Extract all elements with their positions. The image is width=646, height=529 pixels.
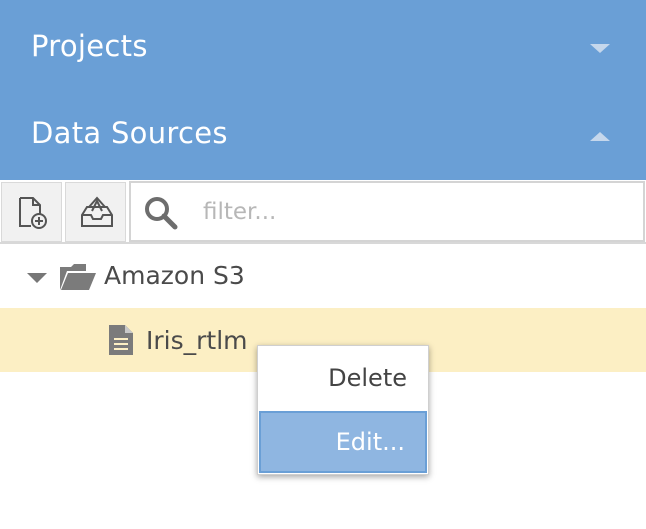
datasources-toolbar <box>0 180 646 244</box>
chevron-up-icon[interactable] <box>590 132 610 141</box>
context-menu: Delete Edit... <box>257 345 429 475</box>
tree-folder-amazon-s3[interactable]: Amazon S3 <box>0 245 646 309</box>
projects-panel-header[interactable]: Projects <box>0 0 646 92</box>
folder-open-icon <box>60 264 96 290</box>
search-icon <box>145 197 178 230</box>
inbox-import-icon <box>81 196 113 227</box>
menu-item-edit[interactable]: Edit... <box>259 411 427 473</box>
expand-caret-icon[interactable] <box>27 273 47 283</box>
menu-item-delete[interactable]: Delete <box>259 347 427 409</box>
filter-field[interactable] <box>129 181 645 242</box>
folder-label: Amazon S3 <box>104 261 245 290</box>
datasources-title: Data Sources <box>31 116 228 150</box>
chevron-down-icon[interactable] <box>590 44 610 53</box>
new-document-icon <box>19 197 47 229</box>
projects-title: Projects <box>31 29 148 63</box>
item-label: Iris_rtlm <box>146 326 248 355</box>
datasources-panel-header[interactable]: Data Sources <box>0 92 646 180</box>
document-icon <box>109 325 133 355</box>
import-datasource-button[interactable] <box>65 182 126 242</box>
filter-input[interactable] <box>203 193 623 231</box>
new-datasource-button[interactable] <box>1 182 62 242</box>
